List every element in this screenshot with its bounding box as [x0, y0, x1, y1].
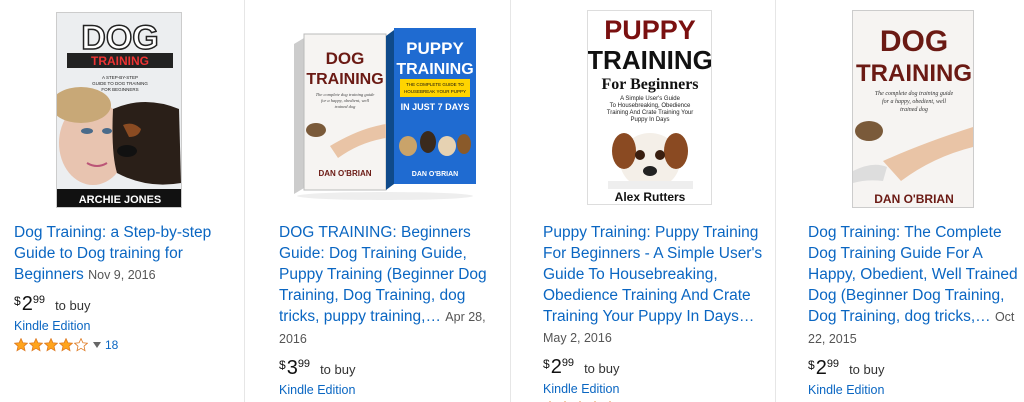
svg-text:IN JUST 7 DAYS: IN JUST 7 DAYS — [401, 102, 470, 112]
product-info: Puppy Training: Puppy Training For Begin… — [543, 222, 765, 402]
svg-text:DAN O'BRIAN: DAN O'BRIAN — [412, 171, 458, 178]
product-card: DOG TRAINING The complete dog training g… — [245, 0, 510, 402]
product-info: DOG TRAINING: Beginners Guide: Dog Train… — [279, 222, 499, 402]
svg-text:TRAINING: TRAINING — [396, 61, 473, 78]
price: $ 2 99 to buy — [14, 294, 229, 317]
product-title-link[interactable]: Puppy Training: Puppy Training For Begin… — [543, 224, 762, 325]
publish-date: May 2, 2016 — [543, 331, 612, 345]
product-info: Dog Training: a Step-by-step Guide to Do… — [14, 222, 229, 352]
svg-text:The complete dog training guid: The complete dog training guide — [316, 92, 375, 97]
price: $ 3 99 to buy — [279, 358, 499, 381]
price-whole: 2 — [550, 356, 562, 378]
product-title-link[interactable]: Dog Training: The Complete Dog Training … — [808, 224, 1018, 325]
cover-author: ARCHIE JONES — [79, 194, 162, 206]
price-currency: $ — [14, 294, 21, 308]
svg-text:HOUSEBREAK YOUR PUPPY: HOUSEBREAK YOUR PUPPY — [404, 89, 466, 94]
book-cover[interactable]: DOG TRAINING A STEP-BY-STEP GUIDE TO DOG… — [56, 12, 182, 208]
svg-text:PUPPY: PUPPY — [406, 39, 464, 58]
cover-author: Alex Rutters — [615, 190, 686, 204]
svg-text:TRAINING: TRAINING — [306, 71, 383, 88]
book-cover[interactable]: DOG TRAINING The complete dog training g… — [290, 24, 480, 202]
star-empty-icon — [74, 338, 88, 352]
star-rating[interactable] — [14, 338, 89, 352]
product-card: DOG TRAINING The complete dog training g… — [776, 0, 1024, 402]
cover-title: DOG — [81, 19, 158, 57]
svg-text:To Housebreaking, Obedience: To Housebreaking, Obedience — [610, 103, 691, 109]
review-count-link[interactable]: 18 — [105, 338, 118, 352]
svg-text:The complete dog training guid: The complete dog training guide — [875, 91, 954, 97]
svg-text:for a happy, obedient, well: for a happy, obedient, well — [882, 98, 946, 105]
chevron-down-icon[interactable] — [93, 342, 101, 348]
price-whole: 2 — [21, 293, 33, 315]
price: $ 2 99 to buy — [543, 357, 765, 380]
svg-text:Training And Crate Training Yo: Training And Crate Training Your — [607, 110, 694, 116]
book-cover-art: PUPPY TRAINING For Beginners A Simple Us… — [588, 11, 712, 204]
svg-text:trained dog: trained dog — [900, 107, 928, 113]
price-fraction: 99 — [297, 358, 311, 370]
to-buy-label: to buy — [849, 362, 885, 377]
product-card: DOG TRAINING A STEP-BY-STEP GUIDE TO DOG… — [0, 0, 244, 402]
svg-text:trained dog: trained dog — [335, 104, 357, 109]
svg-text:DOG: DOG — [326, 49, 365, 68]
to-buy-label: to buy — [584, 361, 620, 376]
star-full-icon — [59, 338, 73, 352]
price-fraction: 99 — [561, 357, 575, 369]
svg-text:DAN O'BRIAN: DAN O'BRIAN — [318, 169, 371, 178]
star-full-icon — [44, 338, 58, 352]
price-whole: 3 — [286, 357, 298, 379]
format-link[interactable]: Kindle Edition — [14, 319, 229, 333]
book-cover-art: DOG TRAINING A STEP-BY-STEP GUIDE TO DOG… — [57, 13, 181, 207]
star-full-icon — [29, 338, 43, 352]
svg-text:A STEP-BY-STEP: A STEP-BY-STEP — [102, 75, 138, 80]
to-buy-label: to buy — [320, 362, 356, 377]
book-cover[interactable]: PUPPY TRAINING For Beginners A Simple Us… — [587, 10, 712, 205]
publish-date: Nov 9, 2016 — [88, 268, 156, 282]
price: $ 2 99 to buy — [808, 358, 1020, 381]
cover-subtitle: TRAINING — [588, 45, 712, 75]
cover-subtitle: TRAINING — [856, 60, 972, 87]
svg-text:A Simple User's Guide: A Simple User's Guide — [620, 96, 680, 102]
cover-title: DOG — [880, 25, 948, 58]
cover-subtitle: TRAINING — [91, 54, 149, 68]
cover-author: DAN O'BRIAN — [874, 192, 954, 206]
star-full-icon — [14, 338, 28, 352]
svg-text:Puppy In Days: Puppy In Days — [630, 117, 669, 123]
format-link[interactable]: Kindle Edition — [543, 382, 765, 396]
price-currency: $ — [808, 358, 815, 372]
to-buy-label: to buy — [55, 298, 91, 313]
book-cover[interactable]: DOG TRAINING The complete dog training g… — [852, 10, 974, 208]
rating: 18 — [14, 338, 229, 352]
book-cover-art: DOG TRAINING The complete dog training g… — [853, 11, 973, 207]
svg-text:THE COMPLETE GUIDE TO: THE COMPLETE GUIDE TO — [406, 82, 464, 87]
price-whole: 2 — [815, 357, 827, 379]
cover-line3: For Beginners — [601, 76, 698, 93]
cover-title: PUPPY — [604, 15, 696, 45]
format-link[interactable]: Kindle Edition — [808, 383, 1020, 397]
product-card: PUPPY TRAINING For Beginners A Simple Us… — [511, 0, 775, 402]
format-link[interactable]: Kindle Edition — [279, 383, 499, 397]
product-info: Dog Training: The Complete Dog Training … — [808, 222, 1020, 402]
svg-text:GUIDE TO DOG TRAINING: GUIDE TO DOG TRAINING — [92, 81, 148, 86]
svg-text:FOR BEGINNERS: FOR BEGINNERS — [101, 87, 138, 92]
price-currency: $ — [543, 357, 550, 371]
price-currency: $ — [279, 358, 286, 372]
price-fraction: 99 — [826, 358, 840, 370]
book-cover-art: DOG TRAINING The complete dog training g… — [294, 28, 476, 200]
product-grid: DOG TRAINING A STEP-BY-STEP GUIDE TO DOG… — [0, 0, 1024, 402]
price-fraction: 99 — [32, 294, 46, 306]
